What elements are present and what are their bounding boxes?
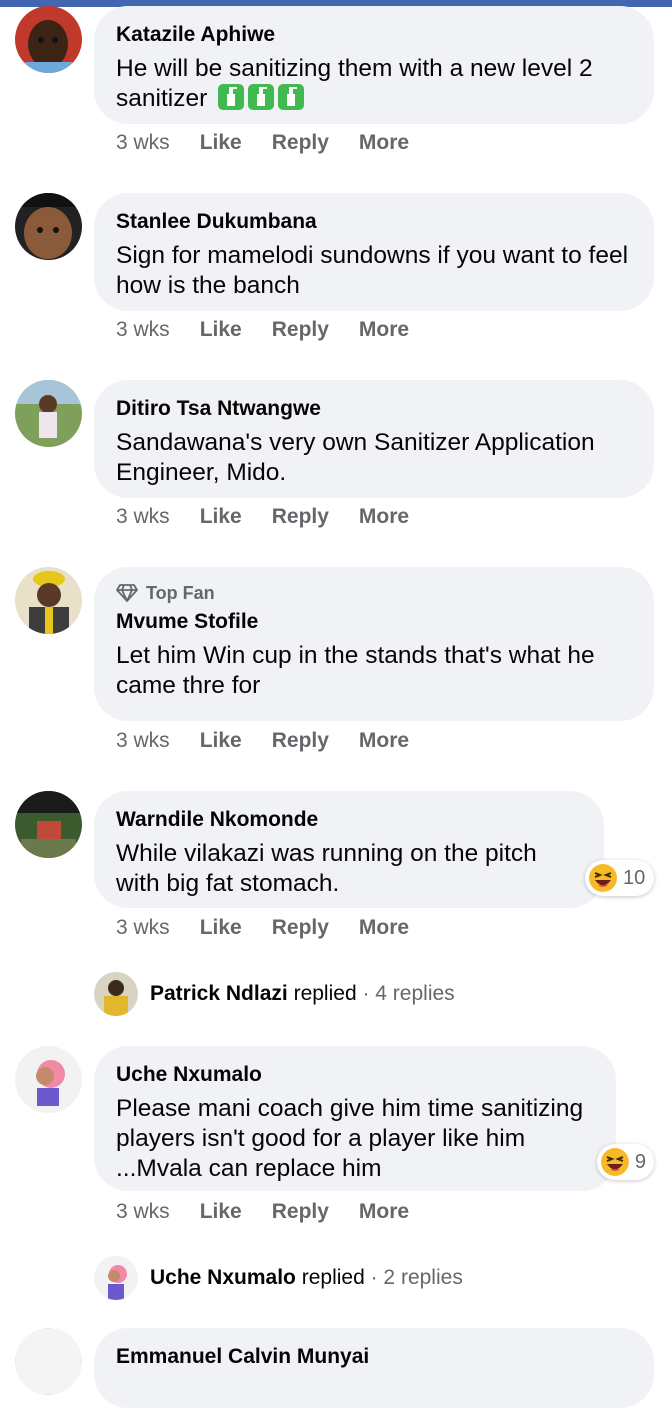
timestamp[interactable]: 3 wks [116,318,170,342]
replied-verb: replied [301,1266,365,1289]
comment-actions: 3 wks Like Reply More [116,131,439,155]
replier-name[interactable]: Patrick Ndlazi [150,982,288,1006]
comment-bubble: Emmanuel Calvin Munyai [94,1328,654,1408]
laughing-emoji-icon [589,864,617,892]
diamond-icon [116,584,138,602]
more-button[interactable]: More [359,729,409,753]
comment-actions: 3 wks Like Reply More [116,729,439,753]
more-button[interactable]: More [359,916,409,940]
reply-button[interactable]: Reply [272,318,329,342]
more-button[interactable]: More [359,318,409,342]
more-button[interactable]: More [359,131,409,155]
more-button[interactable]: More [359,505,409,529]
comment-text: Sign for mamelodi sundowns if you want t… [116,242,629,299]
comment-actions: 3 wks Like Reply More [116,1200,439,1224]
top-fan-badge: Top Fan [116,583,632,603]
timestamp[interactable]: 3 wks [116,505,170,529]
commenter-name[interactable]: Mvume Stofile [116,609,632,635]
reply-button[interactable]: Reply [272,505,329,529]
reply-count: · 2 replies [370,1266,463,1289]
laughing-emoji-icon [600,1148,629,1176]
commenter-name[interactable]: Warndile Nkomonde [116,807,582,833]
timestamp[interactable]: 3 wks [116,131,170,155]
comment-actions: 3 wks Like Reply More [116,916,439,940]
reply-button[interactable]: Reply [272,1200,329,1224]
view-replies-link[interactable]: Patrick Ndlazi replied · 4 replies [94,972,455,1016]
comment-bubble: Katazile Aphiwe He will be sanitizing th… [94,6,654,124]
timestamp[interactable]: 3 wks [116,729,170,753]
reaction-count[interactable]: 9 [597,1144,654,1180]
commenter-name[interactable]: Katazile Aphiwe [116,22,632,48]
comment-text: He will be sanitizing them with a new le… [116,55,593,112]
timestamp[interactable]: 3 wks [116,916,170,940]
replier-name[interactable]: Uche Nxumalo [150,1266,296,1290]
commenter-name[interactable]: Uche Nxumalo [116,1062,594,1088]
reaction-count[interactable]: 10 [585,860,654,896]
view-replies-link[interactable]: Uche Nxumalo replied · 2 replies [94,1256,463,1300]
avatar[interactable] [15,1046,82,1113]
comment-actions: 3 wks Like Reply More [116,318,439,342]
commenter-name[interactable]: Stanlee Dukumbana [116,209,632,235]
like-button[interactable]: Like [200,729,242,753]
reply-count: · 4 replies [362,982,455,1005]
avatar[interactable] [15,6,82,73]
like-button[interactable]: Like [200,131,242,155]
sanitizer-icon [248,84,275,110]
avatar[interactable] [15,1328,82,1395]
comment-actions: 3 wks Like Reply More [116,505,439,529]
like-button[interactable]: Like [200,916,242,940]
comment-bubble: Ditiro Tsa Ntwangwe Sandawana's very own… [94,380,654,498]
reply-button[interactable]: Reply [272,729,329,753]
like-button[interactable]: Like [200,1200,242,1224]
badge-label: Top Fan [146,583,215,603]
reply-button[interactable]: Reply [272,131,329,155]
reply-button[interactable]: Reply [272,916,329,940]
comment-text: Sandawana's very own Sanitizer Applicati… [116,429,595,486]
avatar [94,1256,138,1300]
avatar[interactable] [15,193,82,260]
avatar [94,972,138,1016]
comment-bubble: Stanlee Dukumbana Sign for mamelodi sund… [94,193,654,311]
replied-verb: replied [293,982,357,1005]
comment-bubble: Top Fan Mvume Stofile Let him Win cup in… [94,567,654,721]
like-button[interactable]: Like [200,505,242,529]
commenter-name[interactable]: Emmanuel Calvin Munyai [116,1344,632,1370]
reaction-number: 10 [623,866,646,889]
more-button[interactable]: More [359,1200,409,1224]
comment-bubble: Uche Nxumalo Please mani coach give him … [94,1046,616,1191]
comment-text: Let him Win cup in the stands that's wha… [116,642,595,699]
sanitizer-icon [218,84,245,110]
comment-text: While vilakazi was running on the pitch … [116,840,537,897]
reaction-number: 9 [634,1150,646,1173]
comment-text: Please mani coach give him time sanitizi… [116,1095,584,1182]
comment-bubble: Warndile Nkomonde While vilakazi was run… [94,791,604,908]
sanitizer-icon [278,84,305,110]
like-button[interactable]: Like [200,318,242,342]
commenter-name[interactable]: Ditiro Tsa Ntwangwe [116,396,632,422]
timestamp[interactable]: 3 wks [116,1200,170,1224]
avatar[interactable] [15,567,82,634]
avatar[interactable] [15,380,82,447]
avatar[interactable] [15,791,82,858]
